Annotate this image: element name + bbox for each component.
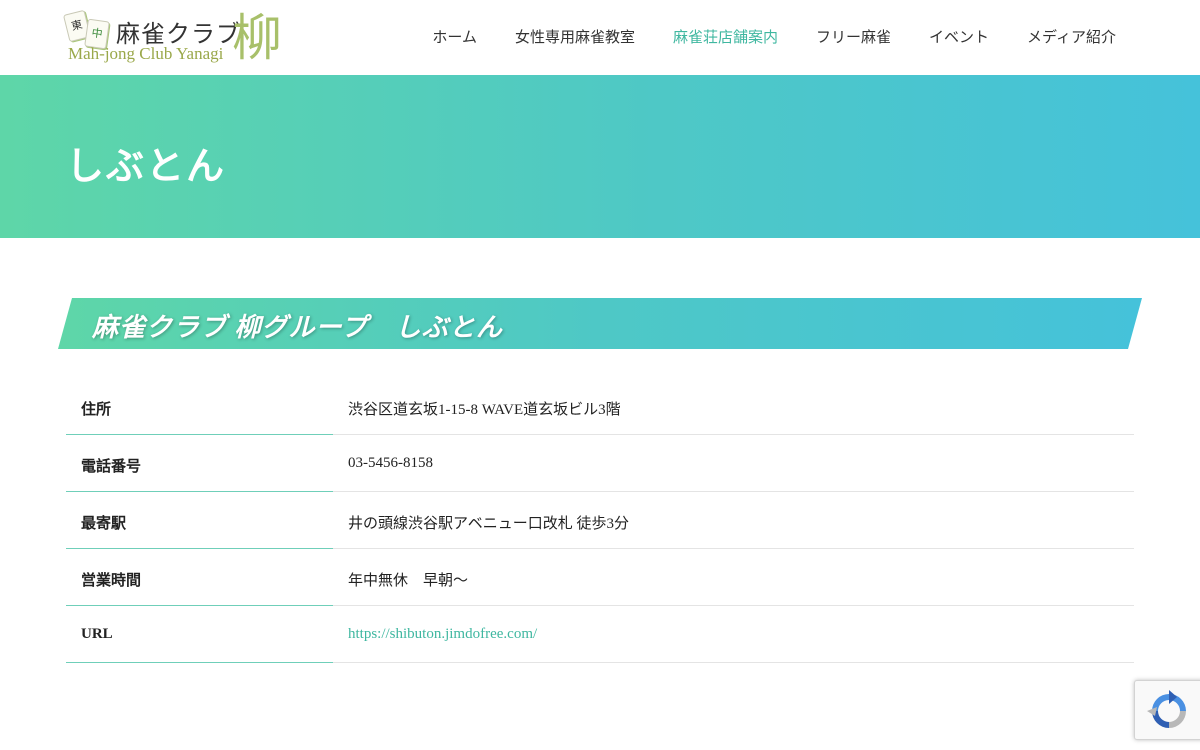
url-link[interactable]: https://shibuton.jimdofree.com/ bbox=[348, 626, 537, 643]
row-label-cell: URL bbox=[66, 606, 333, 663]
store-info-table: 住所 渋谷区道玄坂1-15-8 WAVE道玄坂ビル3階 電話番号 03-5456… bbox=[66, 378, 1134, 663]
row-value-cell: https://shibuton.jimdofree.com/ bbox=[333, 606, 1134, 663]
row-label: 住所 bbox=[81, 402, 112, 418]
station-value: 井の頭線渋谷駅アベニュー口改札 徒歩3分 bbox=[348, 516, 629, 532]
row-value-cell: 03-5456-8158 bbox=[333, 435, 1134, 492]
logo-kanji: 柳 bbox=[232, 10, 282, 66]
nav-item-events[interactable]: イベント bbox=[929, 26, 989, 47]
site-header: 東 中 麻雀クラブ Mah-jong Club Yanagi 柳 ホーム 女性専… bbox=[0, 0, 1200, 75]
phone-value: 03-5456-8158 bbox=[348, 455, 433, 471]
site-logo[interactable]: 東 中 麻雀クラブ Mah-jong Club Yanagi 柳 bbox=[62, 8, 284, 70]
nav-item-home[interactable]: ホーム bbox=[432, 26, 477, 47]
address-value: 渋谷区道玄坂1-15-8 WAVE道玄坂ビル3階 bbox=[348, 402, 621, 418]
recaptcha-badge[interactable] bbox=[1134, 680, 1200, 740]
row-label-cell: 最寄駅 bbox=[66, 492, 333, 549]
logo-title-en: Mah-jong Club Yanagi bbox=[68, 44, 224, 63]
row-label-cell: 住所 bbox=[66, 378, 333, 435]
section-title: 麻雀クラブ 柳グループ しぶとん bbox=[92, 313, 503, 342]
table-row: 営業時間 年中無休 早朝〜 bbox=[66, 549, 1134, 606]
page-hero: しぶとん bbox=[0, 75, 1200, 238]
row-label: 最寄駅 bbox=[81, 516, 127, 532]
row-label-cell: 営業時間 bbox=[66, 549, 333, 606]
main-nav: ホーム 女性専用麻雀教室 麻雀荘店舗案内 フリー麻雀 イベント メディア紹介 bbox=[394, 26, 1116, 47]
row-label-cell: 電話番号 bbox=[66, 435, 333, 492]
table-row: 電話番号 03-5456-8158 bbox=[66, 435, 1134, 492]
row-label: 営業時間 bbox=[81, 573, 142, 589]
page-title: しぶとん bbox=[66, 146, 227, 188]
row-value-cell: 井の頭線渋谷駅アベニュー口改札 徒歩3分 bbox=[333, 492, 1134, 549]
section-title-ribbon: 麻雀クラブ 柳グループ しぶとん bbox=[58, 298, 1142, 349]
row-label: URL bbox=[81, 626, 113, 642]
table-row: URL https://shibuton.jimdofree.com/ bbox=[66, 606, 1134, 663]
row-value-cell: 渋谷区道玄坂1-15-8 WAVE道玄坂ビル3階 bbox=[333, 378, 1134, 435]
row-value-cell: 年中無休 早朝〜 bbox=[333, 549, 1134, 606]
table-row: 最寄駅 井の頭線渋谷駅アベニュー口改札 徒歩3分 bbox=[66, 492, 1134, 549]
nav-item-women-class[interactable]: 女性専用麻雀教室 bbox=[515, 26, 635, 47]
table-row: 住所 渋谷区道玄坂1-15-8 WAVE道玄坂ビル3階 bbox=[66, 378, 1134, 435]
nav-item-store-guide[interactable]: 麻雀荘店舗案内 bbox=[673, 26, 778, 47]
nav-item-media[interactable]: メディア紹介 bbox=[1027, 26, 1116, 47]
hours-value: 年中無休 早朝〜 bbox=[348, 573, 469, 589]
row-label: 電話番号 bbox=[81, 459, 142, 475]
nav-item-free-mahjong[interactable]: フリー麻雀 bbox=[816, 26, 891, 47]
recaptcha-icon bbox=[1147, 690, 1186, 728]
